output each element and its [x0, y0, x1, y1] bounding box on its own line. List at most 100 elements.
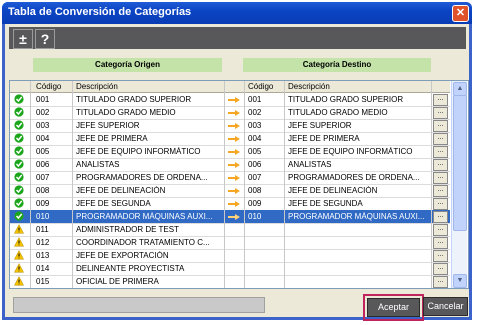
column-header-description[interactable]: Descripción — [76, 82, 118, 91]
vertical-scrollbar[interactable]: ▲ ▼ — [451, 81, 467, 288]
accept-highlight: Aceptar — [363, 294, 424, 321]
table-row[interactable]: 002 TITULADO GRADO MEDIO 002 TITULADO GRADO… — [10, 106, 450, 120]
column-header-dest-description[interactable]: Descripción — [288, 82, 330, 91]
browse-button[interactable]: ... — [433, 276, 448, 288]
origin-code-cell: 010 — [36, 212, 50, 221]
dest-code-cell: 008 — [248, 186, 262, 195]
dest-description-cell: PROGRAMADOR MÁQUINAS AUXI... — [288, 212, 425, 221]
origin-code-cell: 014 — [36, 264, 50, 273]
dialog-window: Tabla de Conversión de Categorías ✕ ± ? … — [2, 2, 472, 321]
origin-code-cell: 003 — [36, 121, 50, 130]
table-row[interactable]: 007 PROGRAMADORES DE ORDENA... 007 PROGRAMA… — [10, 171, 450, 185]
accept-button[interactable]: Aceptar — [367, 298, 420, 317]
scroll-thumb[interactable] — [453, 95, 467, 231]
dest-code-cell: 005 — [248, 147, 262, 156]
dest-code-cell: 010 — [248, 212, 262, 221]
origin-code-cell: 004 — [36, 134, 50, 143]
browse-button[interactable]: ... — [433, 94, 448, 106]
check-icon — [14, 146, 24, 156]
toolbar: ± ? — [9, 27, 466, 49]
origin-code-cell: 008 — [36, 186, 50, 195]
table-row[interactable]: 010 PROGRAMADOR MÁQUINAS AUXI... 010 PROGRA… — [10, 210, 450, 224]
dest-description-cell: JEFE DE EQUIPO INFORMÁTICO — [288, 147, 413, 156]
browse-button[interactable]: ... — [433, 172, 448, 184]
check-icon — [14, 120, 24, 130]
scroll-up-icon[interactable]: ▲ — [453, 82, 467, 96]
origin-description-cell: TITULADO GRADO SUPERIOR — [76, 95, 192, 104]
table-row[interactable]: 011 ADMINISTRADOR DE TEST... — [10, 223, 450, 237]
origin-code-cell: 005 — [36, 147, 50, 156]
dest-code-cell: 002 — [248, 108, 262, 117]
browse-button[interactable]: ... — [433, 237, 448, 249]
arrow-right-icon — [228, 110, 240, 116]
origin-description-cell: OFICIAL DE PRIMERA — [76, 277, 159, 286]
browse-button[interactable]: ... — [433, 198, 448, 210]
help-button[interactable]: ? — [35, 29, 55, 49]
origin-description-cell: JEFE DE PRIMERA — [76, 134, 148, 143]
add-remove-button[interactable]: ± — [13, 29, 33, 49]
check-icon — [14, 107, 24, 117]
browse-button[interactable]: ... — [433, 146, 448, 158]
arrow-right-icon — [228, 97, 240, 103]
arrow-right-icon — [228, 188, 240, 194]
dest-code-cell: 001 — [248, 95, 262, 104]
browse-button[interactable]: ... — [433, 224, 448, 236]
column-header-code[interactable]: Código — [36, 82, 61, 91]
origin-code-cell: 013 — [36, 251, 50, 260]
browse-button[interactable]: ... — [433, 120, 448, 132]
dest-description-cell: TITULADO GRADO SUPERIOR — [288, 95, 404, 104]
table-row[interactable]: 009 JEFE DE SEGUNDA 009 JEFE DE SEGUNDA... — [10, 197, 450, 211]
table-row[interactable]: 006 ANALISTAS 006 ANALISTAS... — [10, 158, 450, 172]
table-row[interactable]: 012 COORDINADOR TRATAMIENTO C...... — [10, 236, 450, 250]
origin-description-cell: JEFE DE EQUIPO INFORMÁTICO — [76, 147, 201, 156]
table-row[interactable]: 014 DELINEANTE PROYECTISTA... — [10, 262, 450, 276]
dest-code-cell: 006 — [248, 160, 262, 169]
browse-button[interactable]: ... — [433, 185, 448, 197]
scroll-down-icon[interactable]: ▼ — [453, 274, 467, 288]
check-icon — [14, 159, 24, 169]
arrow-right-icon — [228, 214, 240, 220]
check-icon — [14, 211, 24, 221]
browse-button[interactable]: ... — [433, 159, 448, 171]
dest-description-cell: JEFE DE SEGUNDA — [288, 199, 363, 208]
check-icon — [14, 185, 24, 195]
origin-code-cell: 001 — [36, 95, 50, 104]
warning-icon — [14, 237, 24, 247]
origin-description-cell: JEFE DE SEGUNDA — [76, 199, 151, 208]
browse-button[interactable]: ... — [433, 107, 448, 119]
table-row[interactable]: 004 JEFE DE PRIMERA 004 JEFE DE PRIMERA... — [10, 132, 450, 146]
dest-code-cell: 009 — [248, 199, 262, 208]
arrow-right-icon — [228, 123, 240, 129]
table-row[interactable]: 015 OFICIAL DE PRIMERA... — [10, 275, 450, 288]
table-row[interactable]: 008 JEFE DE DELINEACIÓN 008 JEFE DE DELINEA… — [10, 184, 450, 198]
table-row[interactable]: 005 JEFE DE EQUIPO INFORMÁTICO 005 JEFE DE … — [10, 145, 450, 159]
origin-code-cell: 015 — [36, 277, 50, 286]
dest-description-cell: PROGRAMADORES DE ORDENA... — [288, 173, 420, 182]
arrow-right-icon — [228, 162, 240, 168]
title-bar[interactable]: Tabla de Conversión de Categorías ✕ — [2, 2, 472, 24]
browse-button[interactable]: ... — [433, 211, 448, 223]
origin-description-cell: JEFE DE DELINEACIÓN — [76, 186, 166, 195]
origin-code-cell: 002 — [36, 108, 50, 117]
dest-description-cell: TITULADO GRADO MEDIO — [288, 108, 388, 117]
table-row[interactable]: 001 TITULADO GRADO SUPERIOR 001 TITULADO GR… — [10, 93, 450, 107]
table-row[interactable]: 013 JEFE DE EXPORTACIÓN... — [10, 249, 450, 263]
column-header-dest-code[interactable]: Código — [248, 82, 273, 91]
origin-code-cell: 009 — [36, 199, 50, 208]
browse-button[interactable]: ... — [433, 250, 448, 262]
dialog-body: ± ? Categoría Origen Categoría Destino C… — [5, 24, 469, 321]
dest-description-cell: JEFE DE PRIMERA — [288, 134, 360, 143]
check-icon — [14, 133, 24, 143]
check-icon — [14, 198, 24, 208]
origin-description-cell: JEFE SUPERIOR — [76, 121, 140, 130]
cancel-button[interactable]: Cancelar — [423, 297, 468, 316]
close-button[interactable]: ✕ — [452, 5, 469, 22]
table-row[interactable]: 003 JEFE SUPERIOR 003 JEFE SUPERIOR... — [10, 119, 450, 133]
dest-description-cell: JEFE SUPERIOR — [288, 121, 352, 130]
check-icon — [14, 172, 24, 182]
warning-icon — [14, 263, 24, 273]
origin-description-cell: TITULADO GRADO MEDIO — [76, 108, 176, 117]
dest-header: Categoría Destino — [243, 58, 431, 72]
browse-button[interactable]: ... — [433, 263, 448, 275]
browse-button[interactable]: ... — [433, 133, 448, 145]
